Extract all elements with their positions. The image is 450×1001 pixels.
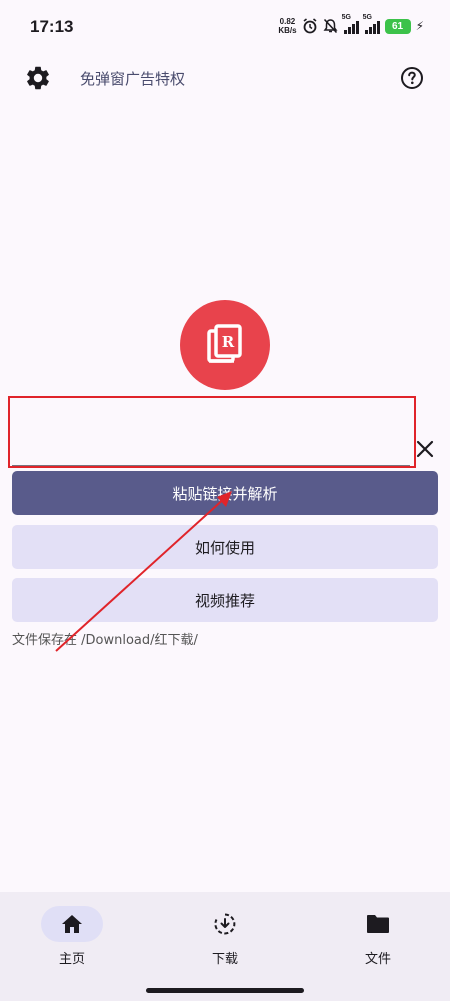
url-input[interactable]	[12, 400, 410, 466]
nav-item-download[interactable]: 下载	[175, 906, 275, 976]
nav-item-files[interactable]: 文件	[328, 906, 428, 976]
save-path-text: 文件保存在 /Download/红下载/	[12, 633, 198, 648]
clear-input-button[interactable]	[414, 438, 436, 460]
svg-text:R: R	[222, 333, 235, 351]
close-icon	[416, 440, 434, 458]
bell-muted-icon	[323, 18, 338, 34]
signal-sim2-icon: 5G	[363, 14, 380, 34]
bottom-navigation: 主页 下载 文件	[0, 892, 450, 1001]
page-title[interactable]: 免弹窗广告特权	[80, 68, 185, 89]
nav-label-files: 文件	[364, 952, 391, 967]
settings-button[interactable]	[24, 64, 52, 92]
help-button[interactable]	[400, 66, 424, 90]
nav-item-home[interactable]: 主页	[22, 906, 122, 976]
nav-files-wrap	[347, 906, 409, 942]
nav-home-indicator	[41, 906, 103, 942]
status-bar: 17:13 0.82 KB/s 5G 5G 61 ⚡	[0, 0, 450, 56]
battery-icon: 61	[384, 18, 411, 34]
status-icons: 0.82 KB/s 5G 5G 61 ⚡	[278, 14, 424, 37]
nav-label-home: 主页	[58, 952, 85, 967]
battery-level: 61	[392, 20, 404, 32]
download-icon	[214, 913, 236, 935]
nav-download-wrap	[194, 906, 256, 942]
net-speed-value: 0.82	[279, 17, 296, 26]
signal-sim1-icon: 5G	[342, 14, 359, 34]
gear-icon	[27, 66, 49, 90]
home-icon	[62, 915, 82, 933]
app-logo: R	[180, 300, 270, 390]
folder-icon	[367, 915, 389, 933]
home-gesture-bar[interactable]	[146, 988, 304, 993]
book-logo-icon: R	[207, 324, 242, 363]
how-to-use-button[interactable]: 如何使用	[12, 525, 438, 569]
sim1-label: 5G	[341, 14, 351, 21]
nav-label-download: 下载	[211, 952, 238, 967]
paste-and-parse-button[interactable]: 粘贴链接并解析	[12, 471, 438, 515]
top-app-bar: 免弹窗广告特权	[0, 56, 450, 100]
help-icon	[401, 67, 423, 89]
url-input-container	[12, 400, 410, 466]
sim2-label: 5G	[362, 14, 372, 21]
net-speed: 0.82 KB/s	[278, 17, 296, 35]
alarm-icon	[303, 18, 317, 34]
net-speed-unit: KB/s	[278, 26, 297, 35]
charging-icon: ⚡	[415, 19, 424, 33]
video-recommend-button[interactable]: 视频推荐	[12, 578, 438, 622]
status-time: 17:13	[30, 17, 74, 36]
